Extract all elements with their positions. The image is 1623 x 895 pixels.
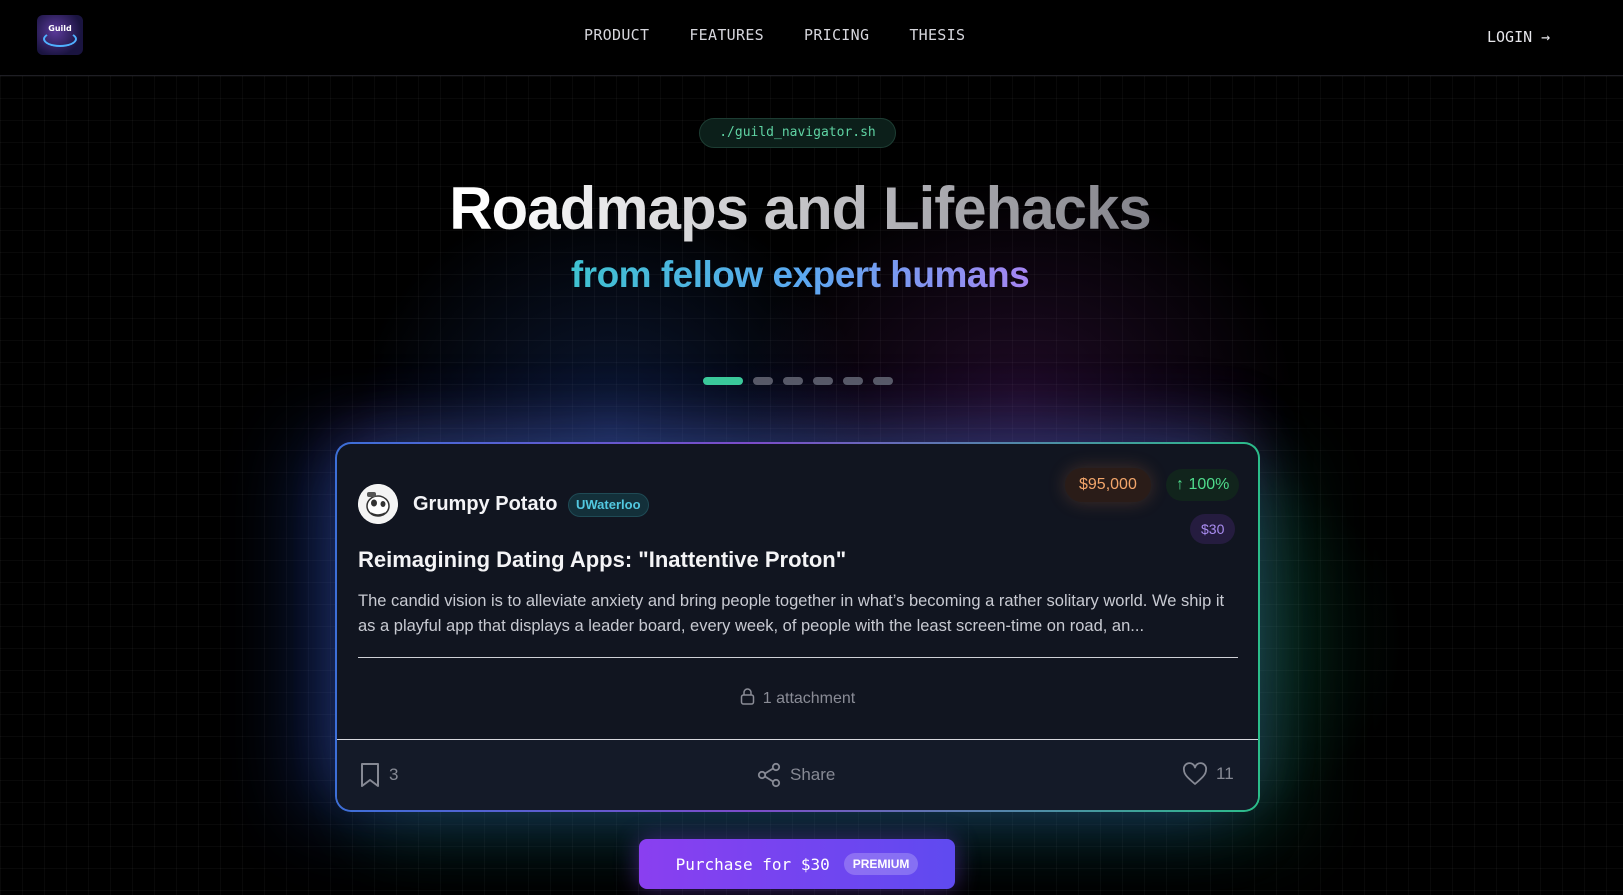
heart-icon: [1183, 762, 1207, 785]
share-button[interactable]: Share: [756, 762, 835, 788]
card-title[interactable]: Reimagining Dating Apps: "Inattentive Pr…: [358, 547, 846, 573]
hero-headline: Roadmaps and Lifehacks: [0, 174, 1600, 243]
card-actions: 3 Share 11: [337, 740, 1258, 810]
divider: [358, 657, 1238, 658]
author-name[interactable]: Grumpy Potato: [413, 493, 557, 516]
growth-badge: ↑ 100%: [1166, 469, 1240, 501]
purchase-label: Purchase for $30: [675, 854, 830, 874]
nav-pricing[interactable]: PRICING: [804, 26, 869, 44]
card-description: The candid vision is to alleviate anxiet…: [358, 592, 1225, 635]
roadmap-card[interactable]: Grumpy Potato UWaterloo $95,000 ↑ 100% $…: [335, 442, 1260, 812]
guild-logo[interactable]: Guild: [37, 15, 83, 55]
purchase-button[interactable]: Purchase for $30 PREMIUM: [639, 839, 955, 889]
share-label: Share: [790, 765, 836, 784]
share-icon: [757, 762, 781, 788]
attachment-label: 1 attachment: [762, 690, 856, 707]
carousel-dot[interactable]: [873, 377, 893, 385]
carousel-dot[interactable]: [783, 377, 803, 385]
nav-thesis[interactable]: THESIS: [909, 26, 965, 44]
price-badge: $95,000: [1065, 468, 1151, 502]
hero-subline-text: from fellow expert humans: [570, 254, 1030, 295]
like-button[interactable]: 11: [1182, 762, 1234, 786]
logo-text: Guild: [48, 24, 72, 33]
bookmark-button[interactable]: 3: [359, 762, 398, 788]
premium-badge: PREMIUM: [843, 853, 919, 875]
carousel-dot[interactable]: [753, 377, 773, 385]
card-body: Grumpy Potato UWaterloo $95,000 ↑ 100% $…: [337, 444, 1258, 810]
school-badge: UWaterloo: [568, 493, 649, 517]
author-avatar[interactable]: [358, 484, 398, 524]
main-nav: PRODUCT FEATURES PRICING THESIS: [584, 26, 965, 44]
avatar-illustration-icon: [358, 484, 398, 524]
nav-features[interactable]: FEATURES: [689, 26, 764, 44]
logo-ring-icon: [43, 31, 77, 47]
login-link[interactable]: LOGIN →: [1487, 28, 1550, 46]
nav-product[interactable]: PRODUCT: [584, 26, 649, 44]
cost-badge: $30: [1190, 514, 1236, 544]
carousel-dot[interactable]: [703, 377, 743, 385]
bookmark-icon: [361, 763, 379, 787]
top-navigation: Guild PRODUCT FEATURES PRICING THESIS LO…: [0, 0, 1623, 76]
like-count: 11: [1216, 764, 1234, 783]
carousel-indicators: [703, 377, 893, 385]
command-pill: ./guild_navigator.sh: [699, 118, 896, 148]
hero-subline: from fellow expert humans: [0, 254, 1600, 296]
carousel-dot[interactable]: [843, 377, 863, 385]
bookmark-count: 3: [389, 765, 399, 784]
attachment-row[interactable]: 1 attachment: [337, 687, 1258, 708]
lock-icon: [740, 688, 754, 705]
carousel-dot[interactable]: [813, 377, 833, 385]
